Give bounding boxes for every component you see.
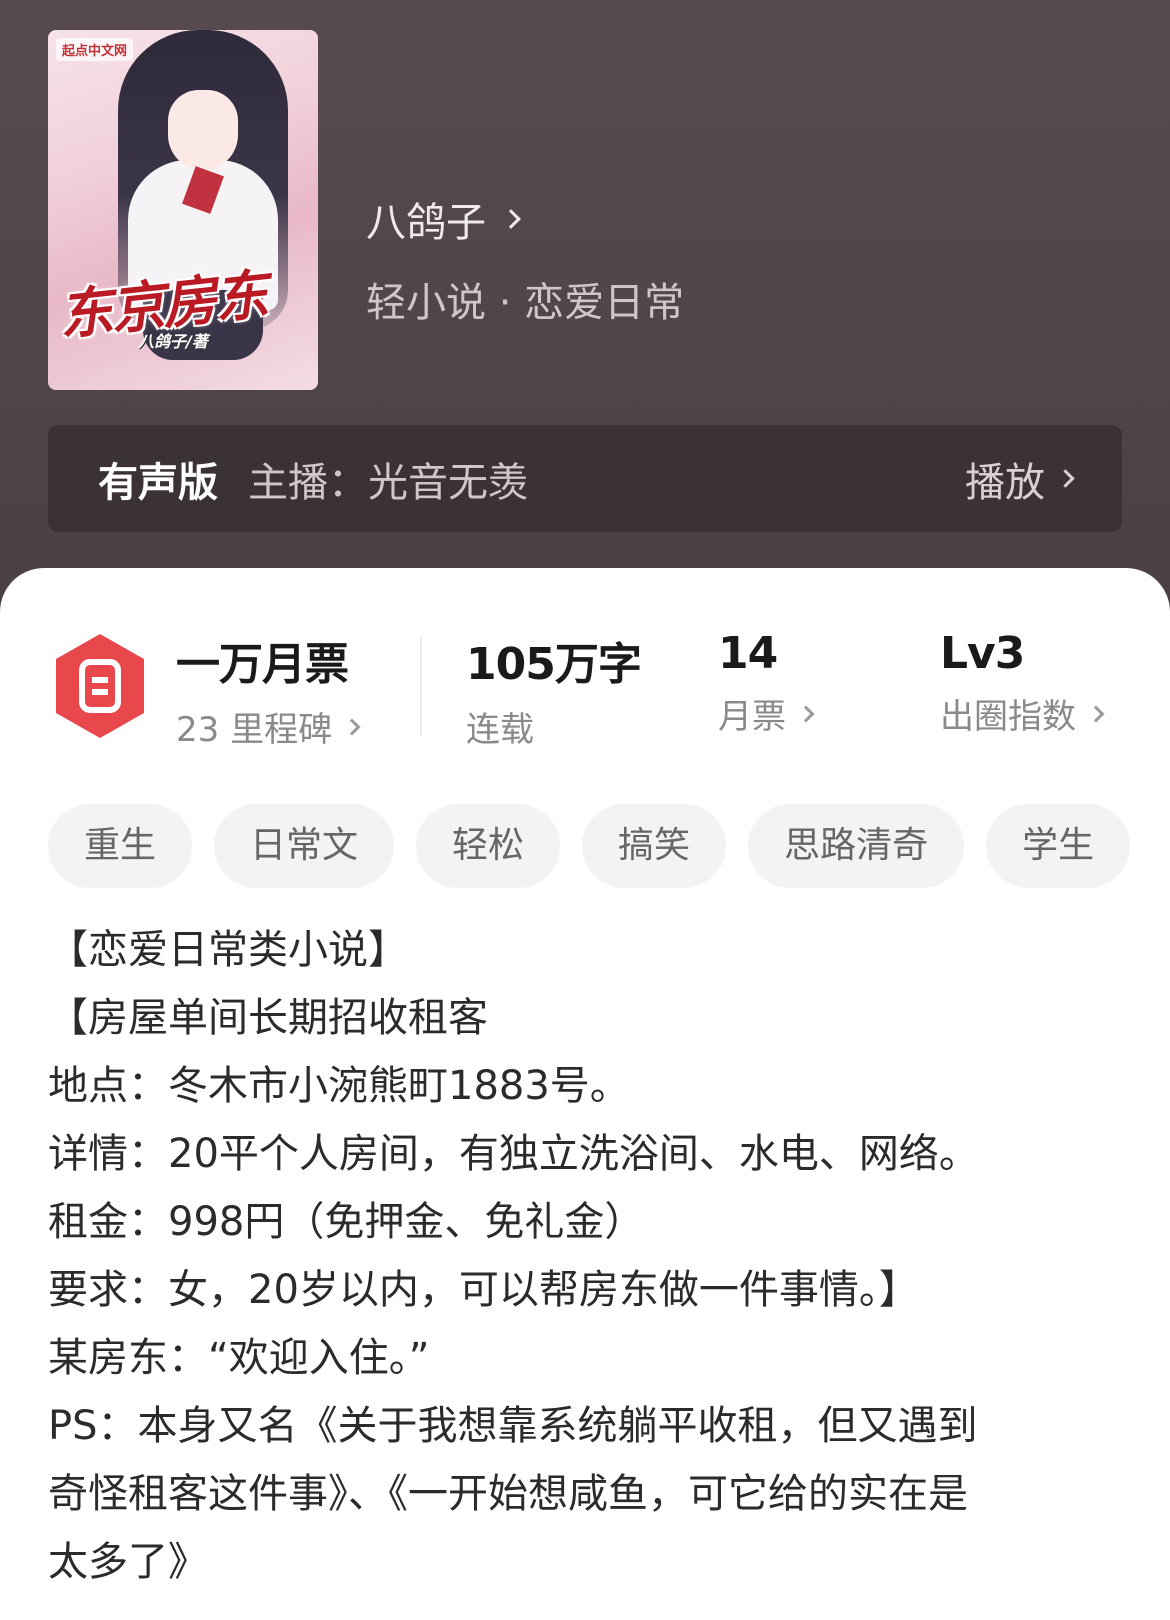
description-line: 要求：女，20岁以内，可以帮房东做一件事情。】 [48,1267,919,1313]
description-line: 【恋爱日常类小说】 [48,927,408,973]
milestone-count: 23 里程碑 [176,710,333,750]
audio-host: 主播：光音无羡 [248,459,528,506]
chevron-right-icon [343,718,361,735]
description-line: 【房屋单间长期招收租客 [48,995,488,1041]
word-count: 105万字 [466,639,642,690]
monthly-ticket-stat[interactable]: 14 月票 [718,628,815,738]
author-name: 八鸽子 [366,200,486,246]
influence-index-label: 出圈指数 [940,697,1076,737]
description-line: 详情：20平个人房间，有独立洗浴间、水电、网络。 [48,1131,979,1177]
audio-version-bar[interactable]: 有声版 主播：光音无羡 播放 [48,425,1122,532]
description-line: PS：本身又名《关于我想靠系统躺平收租，但又遇到 [48,1403,978,1449]
tag-chip[interactable]: 轻松 [416,804,561,888]
audio-version-label: 有声版 [98,459,218,506]
stats-row: 一万月票 23 里程碑 105万字 连载 14 月票 Lv3 出圈指数 [0,628,1170,751]
milestone-stat[interactable]: 一万月票 23 里程碑 [176,628,361,751]
description-line: 地点：冬木市小涴熊町1883号。 [48,1063,630,1109]
play-label: 播放 [965,459,1045,506]
play-button[interactable]: 播放 [965,450,1075,508]
book-cover[interactable]: 起点中文网 东京房东 八鸽子/著 [48,30,318,390]
chevron-right-icon [501,209,521,229]
book-detail-sheet: 一万月票 23 里程碑 105万字 连载 14 月票 Lv3 出圈指数 重生 日… [0,568,1170,1620]
publisher-logo: 起点中文网 [56,38,134,61]
book-genre: 轻小说 · 恋爱日常 [366,280,685,326]
tag-chip[interactable]: 学生 [986,804,1131,888]
description-line: 太多了》 [48,1539,208,1585]
book-header: 起点中文网 东京房东 八鸽子/著 八鸽子 轻小说 · 恋爱日常 有声版 主播：光… [0,0,1170,640]
tag-list: 重生 日常文 轻松 搞笑 思路清奇 学生 [48,804,1146,890]
monthly-ticket-label: 月票 [718,697,786,737]
divider [420,636,422,736]
tag-chip[interactable]: 重生 [48,804,193,888]
cover-author: 八鸽子/著 [138,332,208,351]
monthly-ticket-icon [56,634,144,738]
chevron-right-icon [1087,705,1105,722]
ticket-title: 一万月票 [176,639,349,690]
serial-status: 连载 [466,710,534,750]
tag-chip[interactable]: 思路清奇 [748,804,965,888]
word-count-stat: 105万字 连载 [466,628,642,751]
chevron-right-icon [797,705,815,722]
description-line: 某房东：“欢迎入住。” [48,1335,430,1381]
description-line: 奇怪租客这件事》、《一开始想咸鱼，可它给的实在是 [48,1471,968,1517]
chevron-right-icon [1056,469,1075,488]
tag-chip[interactable]: 日常文 [214,804,395,888]
influence-index-stat[interactable]: Lv3 出圈指数 [940,628,1105,738]
tag-chip[interactable]: 搞笑 [582,804,727,888]
monthly-ticket-count: 14 [718,628,778,679]
book-description[interactable]: 【恋爱日常类小说】 【房屋单间长期招收租客 地点：冬木市小涴熊町1883号。 详… [48,916,1138,1596]
description-line: 租金：998円（免押金、免礼金） [48,1199,645,1245]
influence-level: Lv3 [940,628,1025,679]
author-link[interactable]: 八鸽子 [366,190,521,248]
